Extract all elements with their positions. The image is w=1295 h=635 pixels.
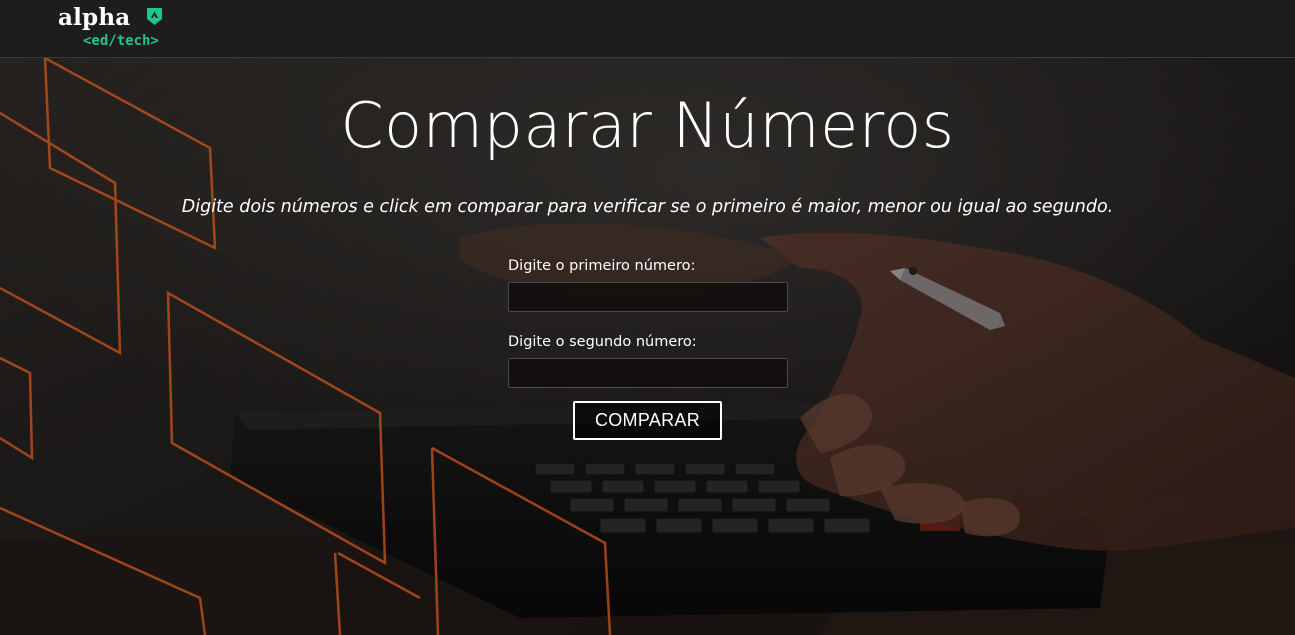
page-description: Digite dois números e click em comparar …: [181, 197, 1114, 217]
navbar: alpha <ed/tech>: [0, 0, 1295, 58]
logo-subtitle: <ed/tech>: [83, 33, 159, 49]
second-number-input[interactable]: [508, 358, 788, 388]
first-number-input[interactable]: [508, 282, 788, 312]
hero-section: Comparar Números Digite dois números e c…: [0, 58, 1295, 635]
alpha-triangle-icon: [147, 8, 162, 25]
first-number-label: Digite o primeiro número:: [508, 258, 696, 274]
page-title: Comparar Números: [340, 89, 955, 162]
logo-wordmark: alpha: [58, 4, 131, 31]
compare-button[interactable]: COMPARAR: [573, 401, 722, 440]
alpha-edtech-logo[interactable]: alpha <ed/tech>: [58, 4, 170, 54]
compare-form: Digite o primeiro número: Digite o segun…: [508, 256, 788, 388]
second-number-label: Digite o segundo número:: [508, 334, 697, 350]
